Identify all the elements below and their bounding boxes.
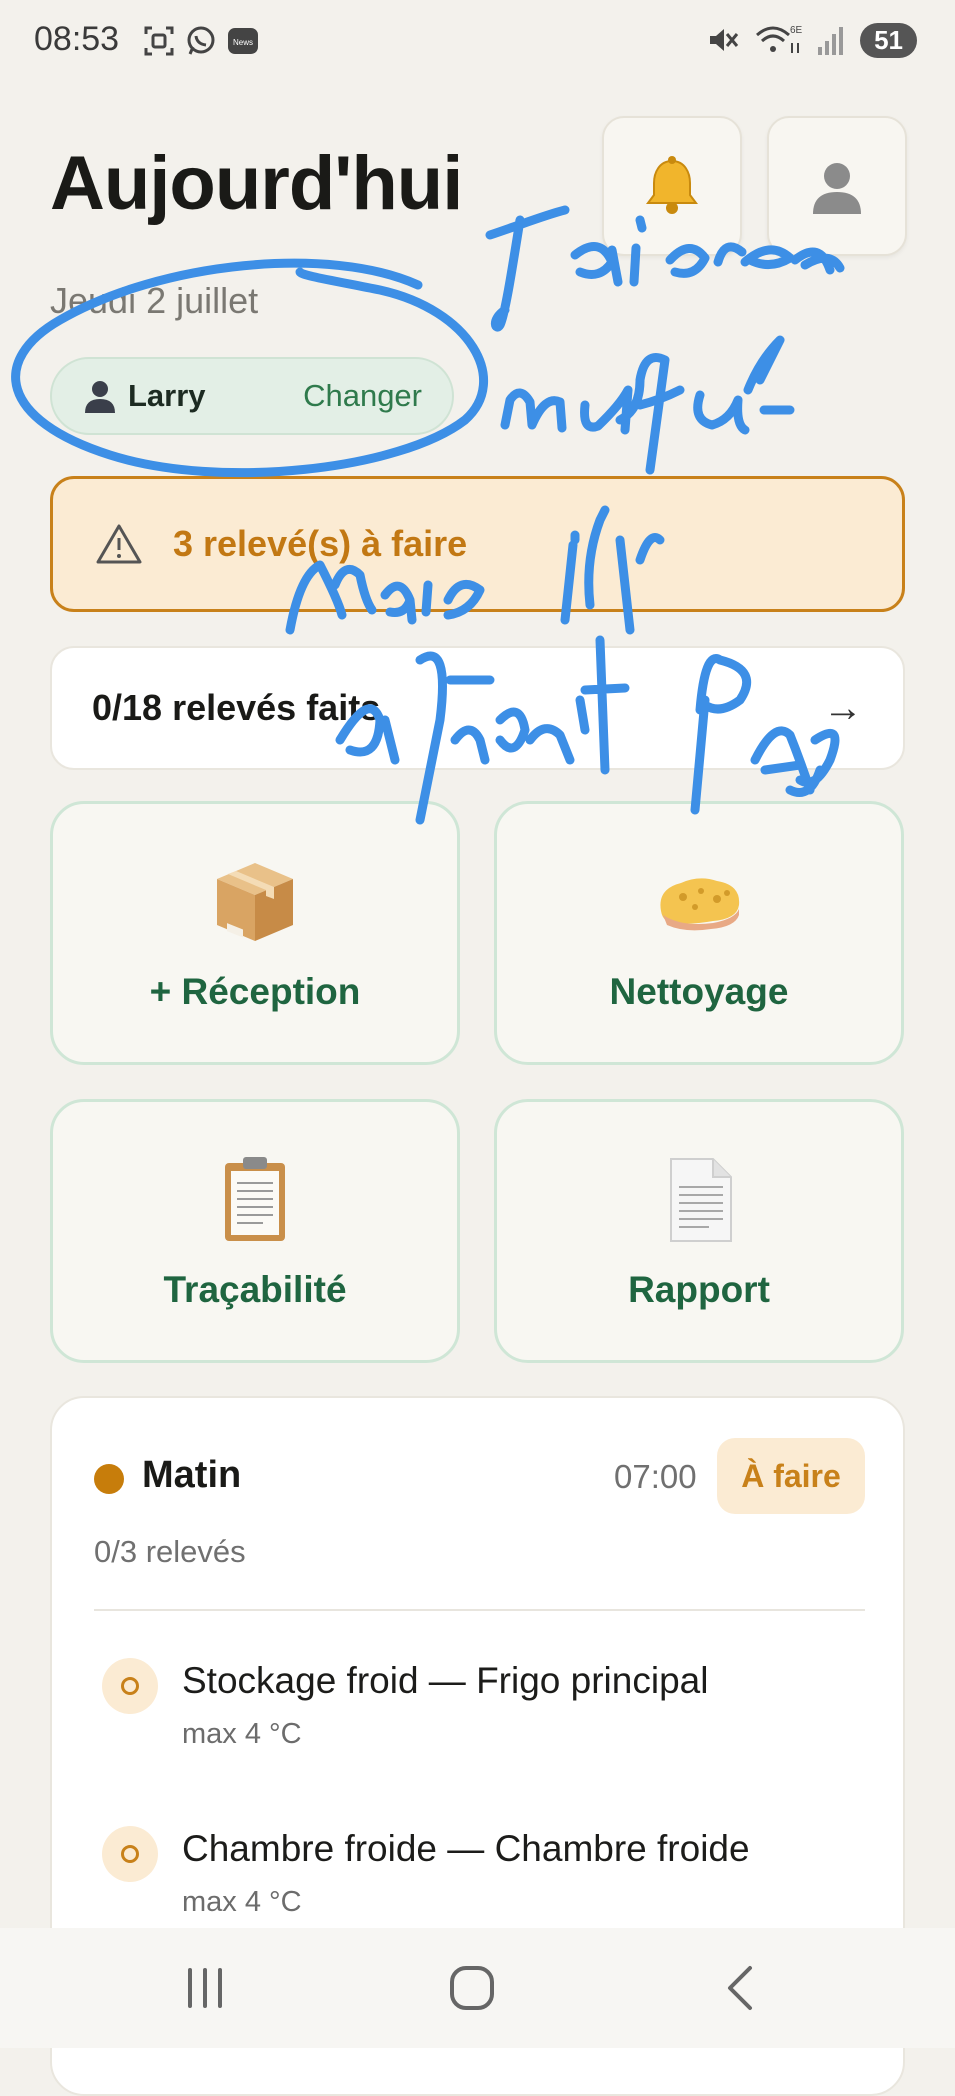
news-icon: News [228, 28, 258, 54]
pending-readings-alert[interactable]: 3 relevé(s) à faire [50, 476, 905, 612]
status-right: 6E 51 [706, 20, 917, 60]
warning-icon [96, 524, 142, 564]
tile-label: Nettoyage [609, 971, 789, 1012]
session-time: 07:00 [614, 1458, 697, 1495]
change-user-button[interactable]: Changer [303, 378, 422, 414]
readings-progress-card[interactable]: 0/18 relevés faits → [50, 646, 905, 770]
divider [94, 1609, 865, 1611]
bell-icon [646, 156, 698, 214]
reading-limit: max 4 °C [182, 1718, 302, 1750]
wifi-6e-icon: 6E [756, 25, 802, 53]
sponge-icon [660, 878, 740, 931]
current-user-name: Larry [128, 378, 206, 413]
reading-limit: max 4 °C [182, 1886, 302, 1918]
tile-label: + Réception [149, 971, 361, 1012]
page-title: Aujourd'hui [50, 141, 463, 226]
tile-label: Rapport [628, 1269, 770, 1310]
report-tile[interactable]: Rapport [494, 1099, 904, 1363]
back-icon [728, 1966, 752, 2010]
package-icon [217, 863, 293, 941]
system-navigation-bar [0, 1928, 955, 2048]
alert-text: 3 relevé(s) à faire [173, 523, 468, 564]
reading-title[interactable]: Stockage froid — Frigo principal [182, 1660, 708, 1702]
home-button[interactable] [432, 1958, 512, 2018]
home-icon [450, 1966, 494, 2010]
cleaning-tile[interactable]: Nettoyage [494, 801, 904, 1065]
traceability-tile[interactable]: Traçabilité [50, 1099, 460, 1363]
notifications-button[interactable] [602, 116, 742, 256]
current-user-chip[interactable]: Larry Changer [50, 357, 454, 435]
document-icon [670, 1158, 732, 1242]
profile-button[interactable] [767, 116, 907, 256]
recent-apps-icon [188, 1968, 222, 2008]
reading-title[interactable]: Chambre froide — Chambre froide [182, 1828, 750, 1870]
session-status-dot [94, 1464, 124, 1494]
recent-apps-button[interactable] [165, 1958, 245, 2018]
arrow-right-icon: → [823, 685, 863, 730]
page-date: Jeudi 2 juillet [50, 280, 259, 321]
whatsapp-icon [187, 26, 215, 55]
status-time: 08:53 [34, 20, 120, 58]
svg-text:News: News [233, 38, 253, 47]
svg-text:6E: 6E [790, 25, 802, 36]
battery-indicator: 51 [860, 22, 917, 58]
tile-label: Traçabilité [163, 1269, 347, 1310]
session-name: Matin [142, 1454, 242, 1496]
reading-status-icon[interactable] [102, 1658, 158, 1714]
session-status-badge: À faire [717, 1438, 865, 1514]
signal-icon [818, 27, 844, 55]
reception-tile[interactable]: + Réception [50, 801, 460, 1065]
progress-text: 0/18 relevés faits [92, 687, 381, 728]
mute-icon [710, 29, 739, 51]
screenshot-icon [144, 26, 174, 56]
session-count: 0/3 relevés [94, 1534, 246, 1569]
user-icon [813, 163, 861, 214]
user-silhouette-icon [85, 381, 115, 413]
reading-status-icon[interactable] [102, 1826, 158, 1882]
clipboard-icon [225, 1157, 285, 1241]
back-button[interactable] [700, 1958, 780, 2018]
